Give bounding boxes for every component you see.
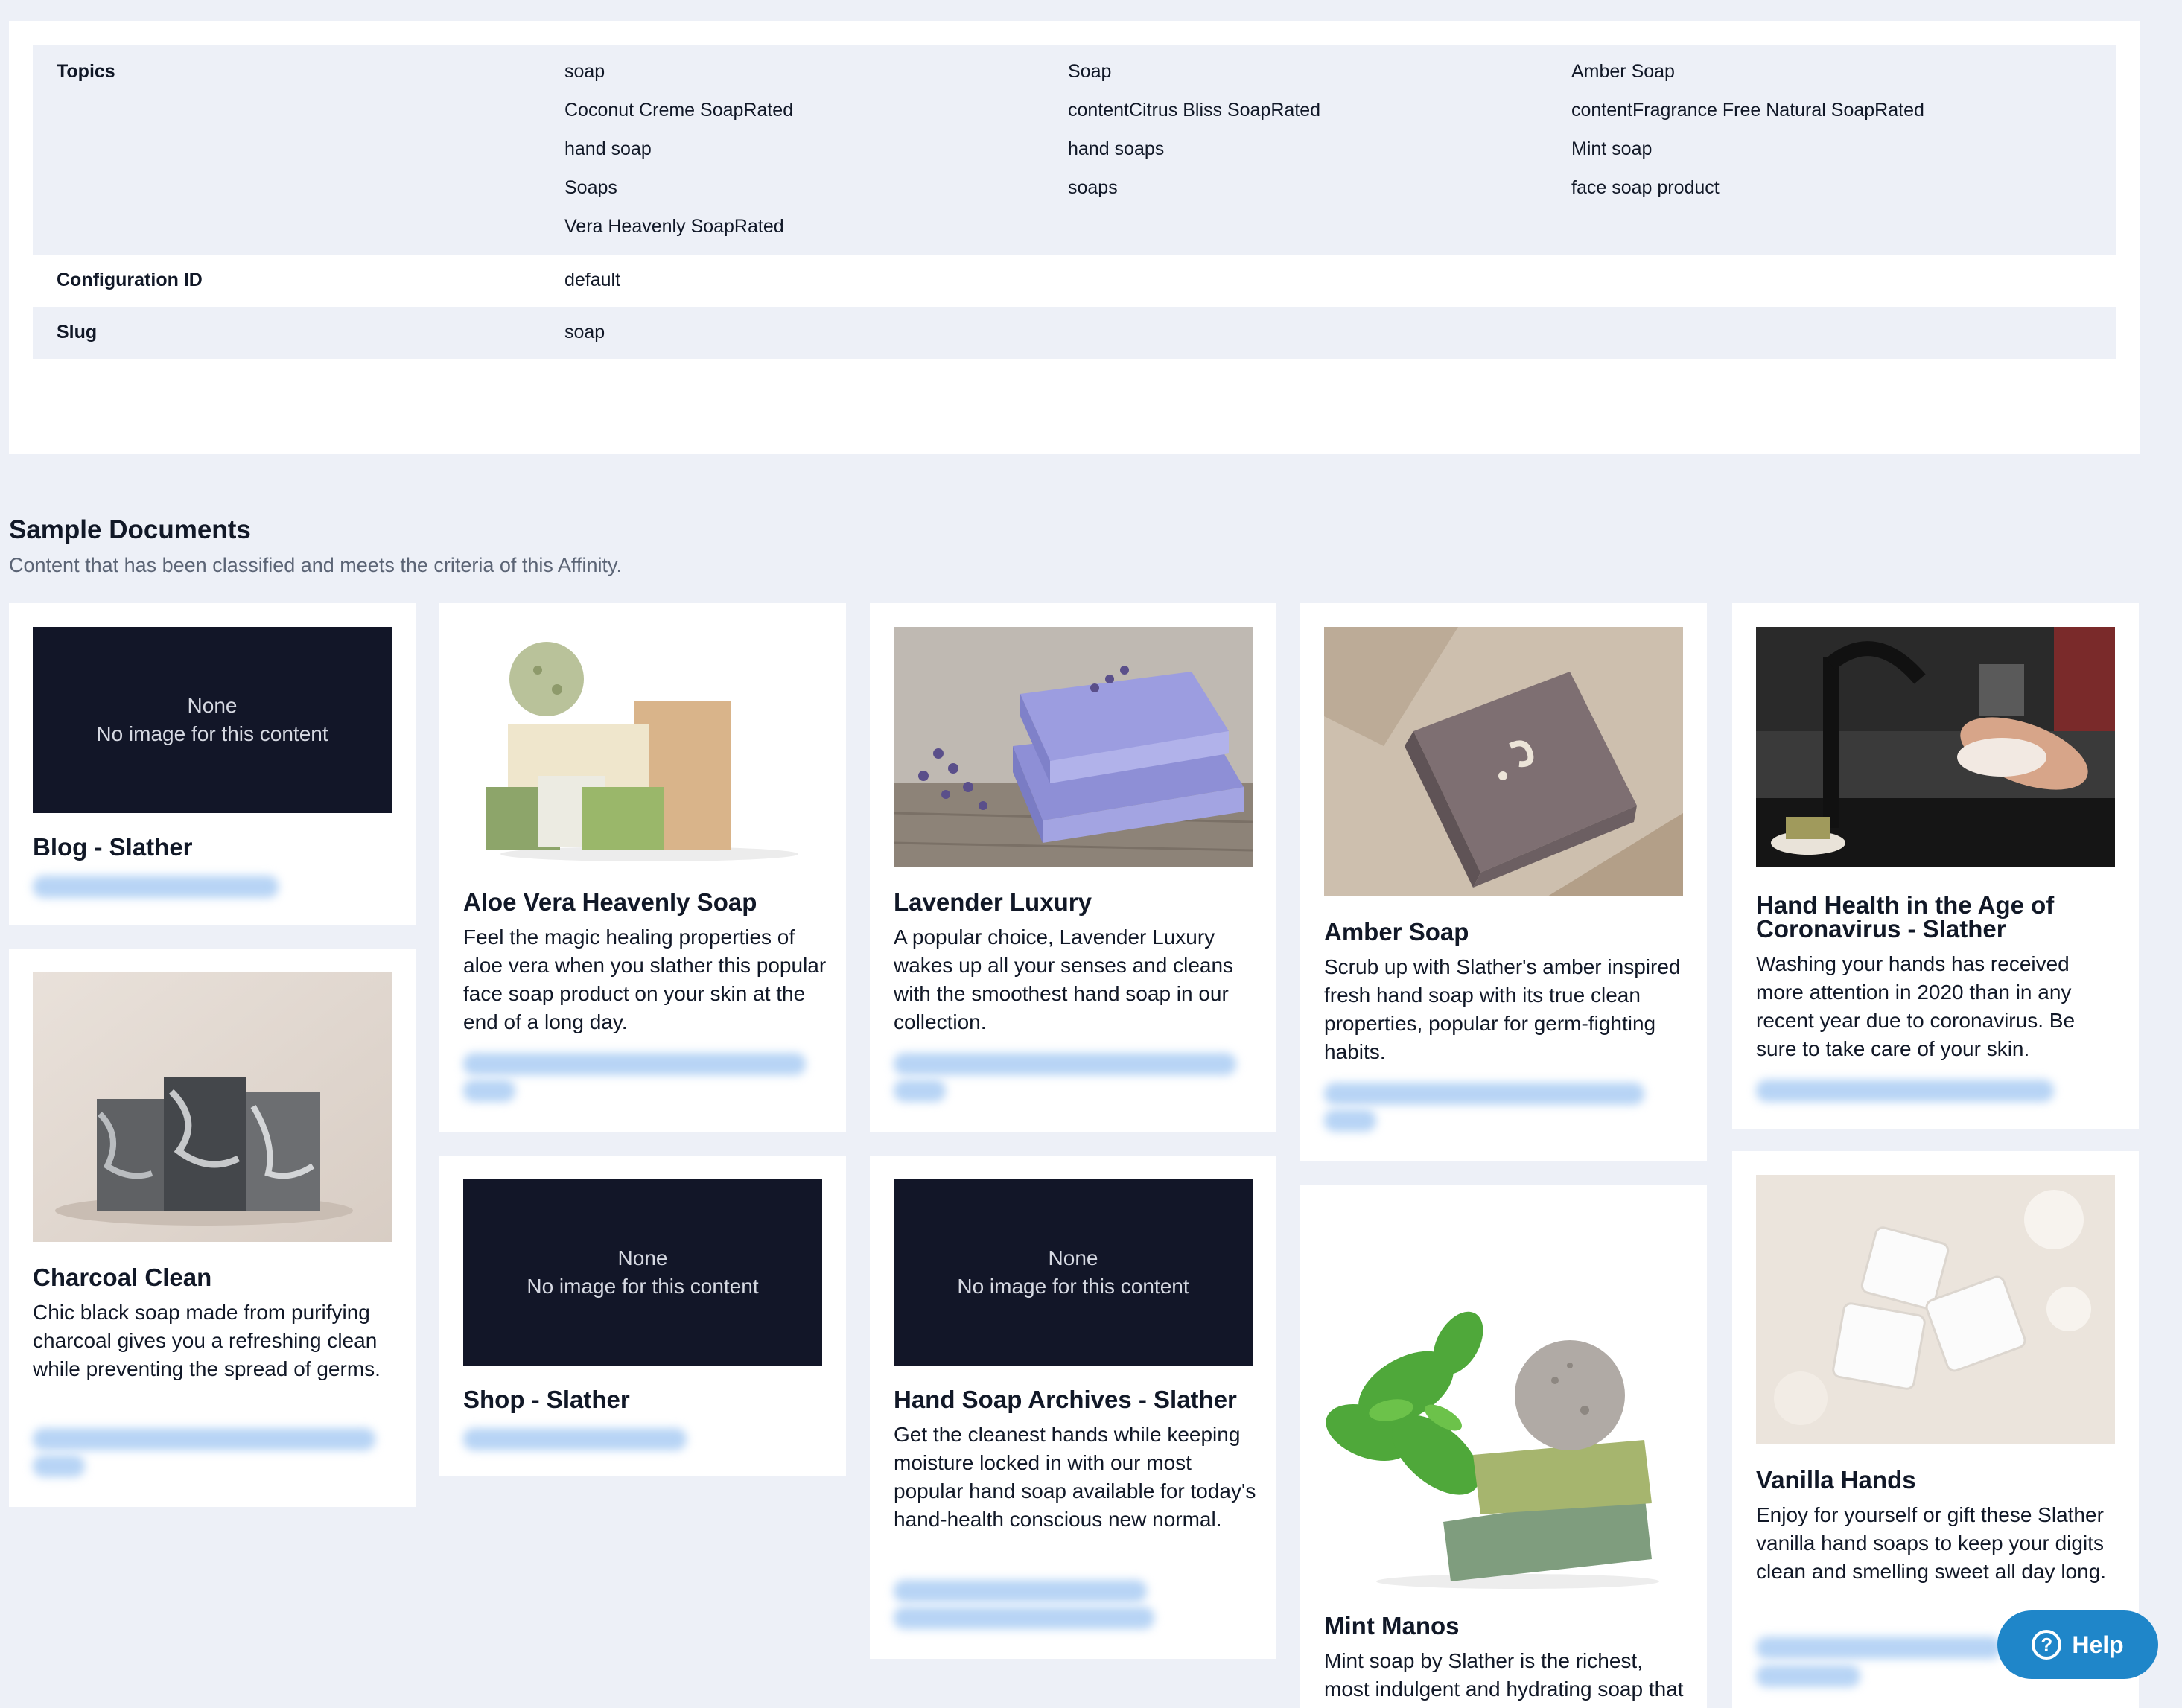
card-link-redacted[interactable]	[894, 1607, 1154, 1629]
card-title[interactable]: Amber Soap	[1324, 920, 1689, 944]
amber-soap-image	[1324, 627, 1683, 896]
card-link-redacted[interactable]	[33, 1455, 85, 1477]
question-icon: ?	[2032, 1630, 2062, 1660]
topic-item: Vera Heavenly SoapRated	[564, 216, 784, 237]
slug-row: Slug soap	[33, 307, 2116, 359]
card-link-redacted[interactable]	[1756, 1080, 2054, 1102]
card-link-redacted[interactable]	[33, 876, 279, 898]
help-label: Help	[2072, 1631, 2124, 1658]
config-value: default	[564, 270, 621, 290]
aloe-soap-image	[463, 627, 822, 867]
document-card-charcoal[interactable]: Charcoal Clean Chic black soap made from…	[9, 949, 416, 1507]
document-card-archives[interactable]: None No image for this content Hand Soap…	[870, 1156, 1276, 1659]
charcoal-soap-image	[33, 972, 392, 1242]
card-title[interactable]: Blog - Slather	[33, 835, 398, 859]
topic-item: face soap product	[1571, 177, 1720, 198]
card-title[interactable]: Charcoal Clean	[33, 1265, 398, 1290]
help-button[interactable]: ? Help	[1997, 1610, 2158, 1679]
topic-item: Soaps	[564, 177, 617, 198]
card-link-redacted[interactable]	[1324, 1109, 1376, 1132]
card-description: Enjoy for yourself or gift these Slather…	[1756, 1503, 2107, 1583]
document-card-lavender[interactable]: Lavender Luxury A popular choice, Lavend…	[870, 603, 1276, 1132]
document-card-amber[interactable]: Amber Soap Scrub up with Slather's amber…	[1300, 603, 1707, 1161]
topic-item: soaps	[1068, 177, 1118, 198]
section-title: Sample Documents	[9, 515, 251, 544]
no-image-placeholder: None No image for this content	[33, 627, 392, 813]
slug-label: Slug	[57, 322, 98, 342]
card-description: Get the cleanest hands while keeping moi…	[894, 1423, 1256, 1531]
card-link-redacted[interactable]	[33, 1428, 375, 1450]
topic-item: Amber Soap	[1571, 61, 1675, 82]
vanilla-soap-illustration	[1756, 1175, 2115, 1444]
topic-item: contentCitrus Bliss SoapRated	[1068, 100, 1321, 121]
mint-soap-illustration	[1324, 1209, 1683, 1592]
section-subtitle: Content that has been classified and mee…	[9, 554, 622, 576]
card-description: Scrub up with Slather's amber inspired f…	[1324, 955, 1681, 1063]
topic-item: hand soaps	[1068, 138, 1165, 159]
no-image-line1: None	[1048, 1246, 1098, 1269]
card-title[interactable]: Aloe Vera Heavenly Soap	[463, 890, 828, 914]
card-link-redacted[interactable]	[463, 1428, 687, 1450]
properties-panel: Topics soap Soap Amber Soap Coconut Crem…	[9, 21, 2140, 454]
slug-value: soap	[564, 322, 605, 342]
card-description: Chic black soap made from purifying char…	[33, 1301, 381, 1380]
charcoal-soap-illustration	[33, 972, 392, 1242]
no-image-line2: No image for this content	[96, 722, 328, 745]
card-link-redacted[interactable]	[463, 1080, 515, 1102]
lavender-soap-illustration	[894, 627, 1253, 867]
topics-label: Topics	[57, 61, 115, 82]
mint-soap-image	[1324, 1209, 1683, 1592]
document-card-hand-health[interactable]: Hand Health in the Age of Coronavirus - …	[1732, 603, 2139, 1129]
config-row: Configuration ID default	[33, 255, 2116, 307]
document-card-aloe[interactable]: Aloe Vera Heavenly Soap Feel the magic h…	[439, 603, 846, 1132]
no-image-line1: None	[187, 694, 238, 717]
topic-item: hand soap	[564, 138, 652, 159]
topic-item: Soap	[1068, 61, 1112, 82]
topic-item: Mint soap	[1571, 138, 1653, 159]
card-description: Mint soap by Slather is the richest, mos…	[1324, 1649, 1684, 1708]
no-image-placeholder: None No image for this content	[463, 1179, 822, 1366]
card-link-redacted[interactable]	[1324, 1083, 1644, 1105]
no-image-line1: None	[617, 1246, 668, 1269]
card-link-redacted[interactable]	[1756, 1665, 1860, 1687]
card-title[interactable]: Lavender Luxury	[894, 890, 1259, 914]
card-link-redacted[interactable]	[894, 1053, 1236, 1075]
card-description: A popular choice, Lavender Luxury wakes …	[894, 925, 1234, 1033]
no-image-placeholder: None No image for this content	[894, 1179, 1253, 1366]
document-card-mint[interactable]: Mint Manos Mint soap by Slather is the r…	[1300, 1185, 1707, 1708]
topics-row: Topics soap Soap Amber Soap Coconut Crem…	[33, 45, 2116, 255]
card-title[interactable]: Shop - Slather	[463, 1387, 828, 1412]
card-title[interactable]: Hand Health in the Age of Coronavirus - …	[1756, 893, 2121, 941]
topic-item: contentFragrance Free Natural SoapRated	[1571, 100, 1924, 121]
card-link-redacted[interactable]	[894, 1580, 1147, 1602]
amber-soap-illustration	[1324, 627, 1683, 896]
card-link-redacted[interactable]	[1756, 1637, 2002, 1659]
card-title[interactable]: Hand Soap Archives - Slather	[894, 1387, 1259, 1412]
card-description: Washing your hands has received more att…	[1756, 952, 2076, 1060]
hand-washing-image	[1756, 627, 2115, 867]
card-title[interactable]: Mint Manos	[1324, 1613, 1689, 1638]
card-description: Feel the magic healing properties of alo…	[463, 925, 827, 1033]
card-link-redacted[interactable]	[463, 1053, 806, 1075]
config-label: Configuration ID	[57, 270, 203, 290]
document-card-shop[interactable]: None No image for this content Shop - Sl…	[439, 1156, 846, 1476]
aloe-soap-illustration	[463, 627, 822, 867]
vanilla-soap-image	[1756, 1175, 2115, 1444]
document-card-blog[interactable]: None No image for this content Blog - Sl…	[9, 603, 416, 925]
no-image-line2: No image for this content	[957, 1275, 1189, 1298]
topic-item: soap	[564, 61, 605, 82]
hand-washing-illustration	[1756, 627, 2115, 867]
card-link-redacted[interactable]	[894, 1080, 946, 1102]
card-title[interactable]: Vanilla Hands	[1756, 1468, 2121, 1492]
lavender-soap-image	[894, 627, 1253, 867]
topic-item: Coconut Creme SoapRated	[564, 100, 794, 121]
no-image-line2: No image for this content	[527, 1275, 759, 1298]
